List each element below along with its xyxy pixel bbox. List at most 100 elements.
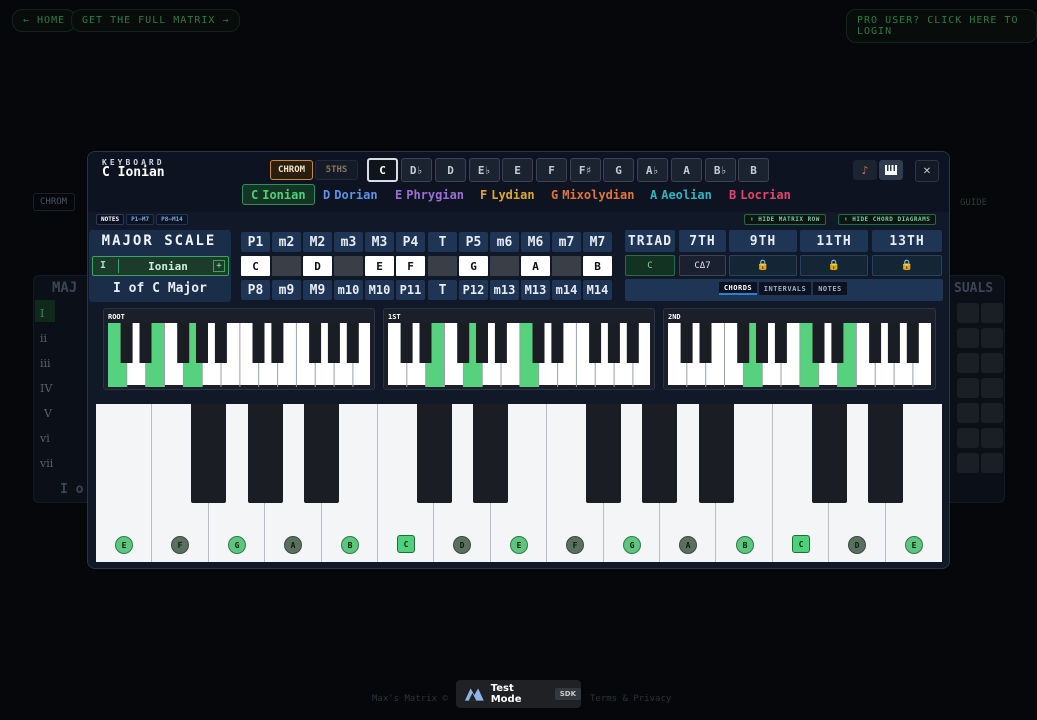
segment-notes[interactable]: NOTES xyxy=(813,282,847,295)
black-key[interactable] xyxy=(473,404,509,503)
tab-p1-m7[interactable]: P1–M7 xyxy=(126,214,155,225)
chord-7th-cell[interactable]: CΔ7 xyxy=(679,255,726,276)
key-button-fsharp[interactable]: F♯ xyxy=(570,158,601,182)
compound-interval[interactable]: m13 xyxy=(490,280,519,300)
login-link[interactable]: PRO USER? CLICK HERE TO LOGIN xyxy=(846,9,1037,43)
interval-header[interactable]: M2 xyxy=(303,232,332,252)
close-icon[interactable]: ✕ xyxy=(915,160,939,182)
black-key[interactable] xyxy=(698,404,734,503)
compound-interval[interactable]: m9 xyxy=(272,280,301,300)
key-button-a[interactable]: A xyxy=(671,158,702,182)
black-key[interactable] xyxy=(642,404,678,503)
segment-intervals[interactable]: INTERVALS xyxy=(759,282,811,295)
scale-note[interactable]: A xyxy=(521,256,550,276)
compound-interval[interactable]: P11 xyxy=(396,280,425,300)
full-matrix-link[interactable]: GET THE FULL MATRIX → xyxy=(71,9,241,32)
staff-icon xyxy=(981,453,1003,473)
compound-interval[interactable]: M13 xyxy=(521,280,550,300)
hide-matrix-row-button[interactable]: ⬆ HIDE MATRIX ROW xyxy=(744,214,826,225)
key-button-d[interactable]: D xyxy=(435,158,466,182)
guitar-icon[interactable]: ♪ xyxy=(853,160,877,180)
lock-icon[interactable]: 🔒 xyxy=(800,255,868,276)
key-button-ab[interactable]: A♭ xyxy=(637,158,668,182)
chord-triad-cell[interactable]: C xyxy=(625,255,675,276)
compound-interval[interactable]: T xyxy=(428,280,457,300)
scale-panel: MAJOR SCALE I Ionian + I of C Major xyxy=(89,230,231,302)
scale-mode-row[interactable]: I Ionian + xyxy=(92,256,229,276)
key-button-b[interactable]: B xyxy=(738,158,769,182)
interval-header[interactable]: P1 xyxy=(241,232,270,252)
chord-head-triad[interactable]: TRIAD xyxy=(625,230,675,252)
lock-icon[interactable]: 🔒 xyxy=(872,255,942,276)
lock-icon[interactable]: 🔒 xyxy=(729,255,797,276)
chord-diagram-second-inversion[interactable]: 2ND xyxy=(663,308,936,390)
footer-terms-link[interactable]: Terms & Privacy xyxy=(590,694,671,704)
chord-head-11th[interactable]: 11TH xyxy=(800,230,868,252)
compound-interval[interactable]: P12 xyxy=(459,280,488,300)
scale-note[interactable]: B xyxy=(583,256,612,276)
chord-head-9th[interactable]: 9TH xyxy=(729,230,797,252)
mode-dorian[interactable]: D Dorian xyxy=(315,184,386,205)
chord-head-13th[interactable]: 13TH xyxy=(872,230,942,252)
scale-note-empty xyxy=(428,256,457,276)
compound-interval[interactable]: M10 xyxy=(365,280,394,300)
scale-note[interactable]: D xyxy=(303,256,332,276)
interval-header[interactable]: M3 xyxy=(365,232,394,252)
chord-diagram-first-inversion[interactable]: 1ST xyxy=(383,308,655,390)
scale-note[interactable]: F xyxy=(396,256,425,276)
hide-chord-diagrams-button[interactable]: ⬆ HIDE CHORD DIAGRAMS xyxy=(838,214,937,225)
scale-note[interactable]: C xyxy=(241,256,270,276)
interval-header[interactable]: P4 xyxy=(396,232,425,252)
key-button-c[interactable]: C xyxy=(367,158,398,182)
mode-ionian[interactable]: C Ionian xyxy=(242,184,315,205)
compound-interval[interactable]: M14 xyxy=(583,280,612,300)
main-piano-keyboard[interactable]: E F G A B C D E F G A B C D E xyxy=(96,404,942,562)
black-key[interactable] xyxy=(867,404,903,503)
piano-icon[interactable] xyxy=(879,160,903,180)
compound-interval[interactable]: m10 xyxy=(334,280,363,300)
black-key[interactable] xyxy=(303,404,339,503)
black-key[interactable] xyxy=(585,404,621,503)
mode-lydian[interactable]: F Lydian xyxy=(472,184,543,205)
mode-locrian[interactable]: B Locrian xyxy=(721,184,799,205)
fifths-toggle[interactable]: 5THS xyxy=(315,160,358,180)
key-button-g[interactable]: G xyxy=(603,158,634,182)
test-mode-badge[interactable]: Test Mode SDK xyxy=(456,680,581,708)
home-link[interactable]: ← HOME xyxy=(12,9,77,32)
interval-header[interactable]: T xyxy=(428,232,457,252)
chord-diagram-root[interactable]: ROOT xyxy=(103,308,375,390)
interval-header[interactable]: m7 xyxy=(552,232,581,252)
black-key[interactable] xyxy=(811,404,847,503)
key-button-bb[interactable]: B♭ xyxy=(705,158,736,182)
key-button-db[interactable]: D♭ xyxy=(401,158,432,182)
key-button-eb[interactable]: E♭ xyxy=(469,158,500,182)
black-key[interactable] xyxy=(190,404,226,503)
black-key[interactable] xyxy=(416,404,452,503)
interval-header[interactable]: m6 xyxy=(490,232,519,252)
mode-mixolydian[interactable]: G Mixolydian xyxy=(543,184,642,205)
chromatic-toggle[interactable]: CHROM xyxy=(270,160,313,180)
chrom-tab-bg[interactable]: CHROM xyxy=(33,193,75,211)
interval-header[interactable]: M6 xyxy=(521,232,550,252)
mode-phrygian[interactable]: E Phrygian xyxy=(387,184,472,205)
compound-interval[interactable]: P8 xyxy=(241,280,270,300)
key-button-e[interactable]: E xyxy=(502,158,533,182)
tab-p8-m14[interactable]: P8–M14 xyxy=(156,214,188,225)
segment-chords[interactable]: CHORDS xyxy=(719,282,757,295)
key-note-label: E xyxy=(905,536,923,554)
interval-header[interactable]: m3 xyxy=(334,232,363,252)
tab-notes[interactable]: NOTES xyxy=(96,214,125,225)
add-icon[interactable]: + xyxy=(213,260,225,272)
mode-aeolian[interactable]: A Aeolian xyxy=(642,184,720,205)
black-key[interactable] xyxy=(247,404,283,503)
scale-note[interactable]: G xyxy=(459,256,488,276)
interval-header[interactable]: P5 xyxy=(459,232,488,252)
compound-interval[interactable]: m14 xyxy=(552,280,581,300)
interval-header[interactable]: m2 xyxy=(272,232,301,252)
key-button-f[interactable]: F xyxy=(536,158,567,182)
compound-interval[interactable]: M9 xyxy=(303,280,332,300)
chord-head-7th[interactable]: 7TH xyxy=(679,230,726,252)
interval-header[interactable]: M7 xyxy=(583,232,612,252)
scale-mode-name: Ionian xyxy=(148,260,188,273)
scale-note[interactable]: E xyxy=(365,256,394,276)
